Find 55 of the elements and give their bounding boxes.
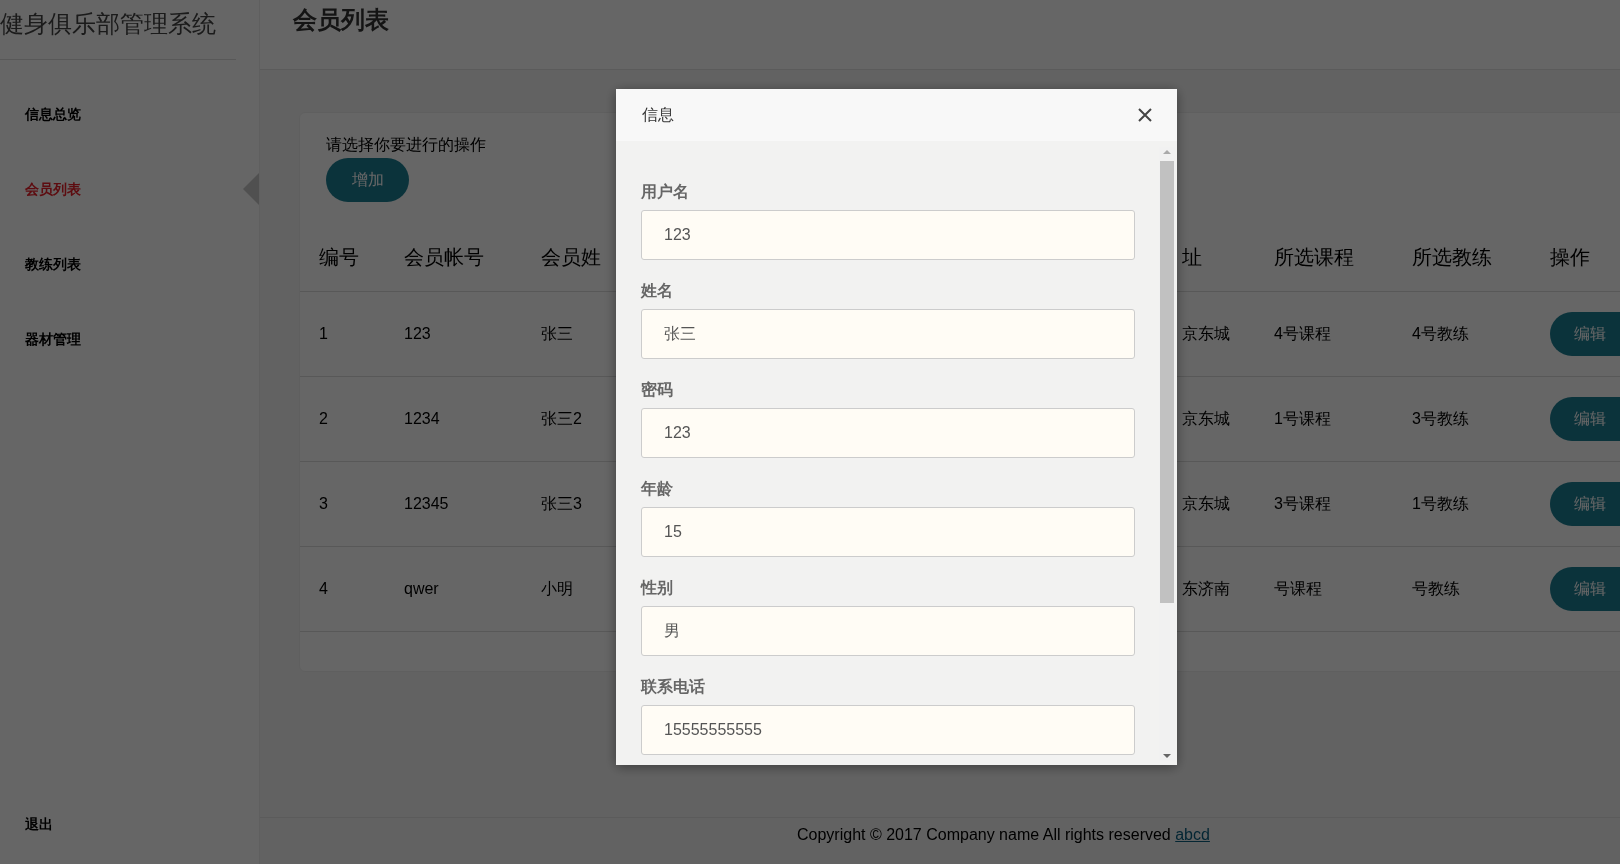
sidebar-item[interactable]: 器材管理 [25, 329, 81, 349]
table-cell: 4 [300, 547, 385, 632]
copyright-text: Copyright © 2017 Company name All rights reserved [797, 826, 1171, 843]
dialog-title: 信息 [642, 104, 674, 125]
sidebar-item[interactable]: 教练列表 [25, 254, 81, 274]
table-cell: 4号课程 [1255, 292, 1393, 377]
table-cell: 1234 [385, 377, 522, 462]
field-label: 年龄 [641, 479, 674, 499]
table-cell: 3 [300, 462, 385, 547]
edit-button[interactable]: 编辑 [1550, 567, 1620, 611]
column-header: 编号 [300, 230, 385, 292]
column-header: 会员帐号 [385, 230, 522, 292]
field-label: 密码 [641, 380, 674, 400]
input-field[interactable]: 15 [641, 507, 1135, 557]
column-header: 操作 [1531, 230, 1620, 292]
footer-link[interactable]: abcd [1175, 826, 1210, 843]
edit-button[interactable]: 编辑 [1550, 312, 1620, 356]
field-label: 联系电话 [641, 677, 706, 697]
input-field[interactable]: 123 [641, 210, 1135, 260]
input-field[interactable]: 123 [641, 408, 1135, 458]
table-cell: 3号课程 [1255, 462, 1393, 547]
column-header: 址 [1182, 230, 1255, 292]
table-cell: qwer [385, 547, 522, 632]
input-field[interactable]: 15555555555 [641, 705, 1135, 755]
hint-text: 请选择你要进行的操作 [326, 135, 486, 155]
table-cell: 1号课程 [1255, 377, 1393, 462]
table-cell: 1 [300, 292, 385, 377]
add-button[interactable]: 增加 [326, 158, 409, 202]
table-cell: 3号教练 [1393, 377, 1531, 462]
field-label: 用户名 [641, 182, 690, 202]
table-cell: 123 [385, 292, 522, 377]
input-field[interactable]: 男 [641, 606, 1135, 656]
table-cell: 东济南 [1182, 547, 1255, 632]
page-title: 会员列表 [293, 6, 389, 33]
table-cell: 京东城 [1182, 292, 1255, 377]
table-cell: 2 [300, 377, 385, 462]
sidebar-item[interactable]: 信息总览 [25, 104, 81, 124]
sidebar-item[interactable]: 会员列表 [25, 179, 81, 199]
column-header: 所选教练 [1393, 230, 1531, 292]
close-icon [1137, 107, 1153, 123]
app-title: 健身俱乐部管理系统 [0, 0, 236, 60]
table-cell: 12345 [385, 462, 522, 547]
table-cell: 号教练 [1393, 547, 1531, 632]
field-label: 性别 [641, 578, 674, 598]
table-cell: 京东城 [1182, 462, 1255, 547]
scrollbar[interactable] [1159, 147, 1175, 761]
table-cell: 4号教练 [1393, 292, 1531, 377]
input-field[interactable]: 张三 [641, 309, 1135, 359]
edit-button[interactable]: 编辑 [1550, 482, 1620, 526]
table-cell: 1号教练 [1393, 462, 1531, 547]
edit-button[interactable]: 编辑 [1550, 397, 1620, 441]
column-header: 所选课程 [1255, 230, 1393, 292]
table-cell: 京东城 [1182, 377, 1255, 462]
logout-link[interactable]: 退出 [25, 814, 53, 834]
table-cell: 号课程 [1255, 547, 1393, 632]
